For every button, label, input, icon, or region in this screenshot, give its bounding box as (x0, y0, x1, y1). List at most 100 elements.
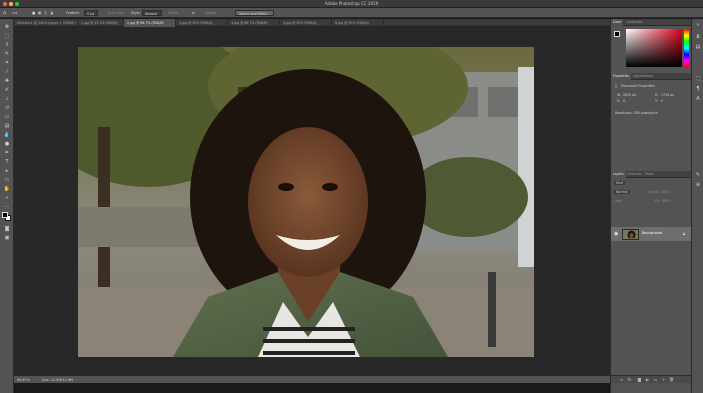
layers-panel-footer: ∞ fx ◙ ◐ ▭ ＋ 🗑︎ (611, 375, 703, 383)
tab-1-jpg[interactable]: 1.jpg @ 33.3% (RGB/8) (78, 19, 124, 27)
style-select[interactable]: Normal (142, 10, 162, 16)
paragraph-panel-icon[interactable]: ¶ (694, 85, 702, 93)
style-label: Style: (131, 11, 141, 15)
fill-field[interactable]: Fill: 100% (655, 199, 670, 203)
portrait-image (78, 47, 534, 357)
tab-paths[interactable]: Paths (643, 171, 656, 178)
swap-icon[interactable]: ⇄ (192, 10, 195, 16)
new-group-icon[interactable]: ▭ (653, 377, 658, 382)
tab-2-jpg[interactable]: 2.jpg @ 66.7% (RGB/8) (124, 19, 176, 27)
type-tool-icon[interactable]: T (3, 158, 11, 166)
link-layers-icon[interactable]: ∞ (619, 377, 624, 382)
layer-style-icon[interactable]: fx (627, 377, 632, 382)
clone-source-icon[interactable]: ⊕ (694, 181, 702, 189)
character-panel-icon[interactable]: A (694, 95, 702, 103)
layer-row-background[interactable]: ◉ Background 🔒︎ (611, 227, 692, 241)
layer-thumbnail (622, 229, 639, 240)
document-canvas[interactable] (14, 27, 610, 375)
adjustment-layer-icon[interactable]: ◐ (645, 377, 650, 382)
add-selection-icon[interactable]: ▣ (38, 10, 41, 16)
intersect-selection-icon[interactable]: ◪ (50, 10, 53, 16)
libraries-panel-icon[interactable]: ▤ (694, 43, 702, 51)
tab-6-jpg[interactable]: 6.jpg @ 50% (RGB/8) (332, 19, 384, 27)
marquee-options-icon[interactable]: ▭▾ (12, 10, 17, 16)
home-icon[interactable]: ⌂ (3, 10, 6, 16)
zoom-level[interactable]: 66.67% (17, 378, 30, 382)
marquee-tool-icon[interactable]: ⬚ (3, 32, 11, 40)
tab-adjustments[interactable]: Adjustments (631, 73, 655, 80)
new-layer-icon[interactable]: ＋ (661, 377, 666, 382)
tools-panel: ✥ ⬚ ℓ ✎ ⌗ ⁄ ✚ ✐ ⊥ ↺ ▭ ▤ 💧 ● ✒ T ▸ ▭ ✋ ⌕ … (0, 19, 14, 393)
blur-tool-icon[interactable]: 💧 (3, 131, 11, 139)
width-value[interactable]: 2810 px (623, 93, 636, 97)
eyedropper-tool-icon[interactable]: ⁄ (3, 68, 11, 76)
width-label: W: (617, 93, 622, 97)
tab-5-jpg[interactable]: 5.jpg @ 50% (RGB/8) (280, 19, 332, 27)
gradient-tool-icon[interactable]: ▤ (3, 122, 11, 130)
portrait-photo[interactable] (78, 47, 534, 357)
options-bar: ⌂ ▭▾ ■ ▣ ◫ ◪ Feather: 0 px Anti-alias St… (0, 8, 703, 18)
foreground-color-swatch[interactable] (2, 212, 8, 218)
subtract-selection-icon[interactable]: ◫ (44, 10, 47, 16)
delete-layer-icon[interactable]: 🗑︎ (669, 377, 674, 382)
path-select-tool-icon[interactable]: ▸ (3, 167, 11, 175)
tab-3-jpg[interactable]: 3.jpg @ 50% (RGB/8) (176, 19, 228, 27)
lock-label: Lock: (614, 199, 623, 203)
new-selection-icon[interactable]: ■ (32, 10, 35, 16)
healing-tool-icon[interactable]: ✚ (3, 77, 11, 85)
zoom-tool-icon[interactable]: ⌕ (3, 194, 11, 202)
more-tools-icon[interactable]: ⋯ (3, 203, 11, 211)
color-fg-swatch[interactable] (614, 31, 620, 37)
properties-panel-tabs: Properties Adjustments (611, 73, 703, 80)
move-tool-icon[interactable]: ✥ (3, 23, 11, 31)
layers-panel-tabs: Layers Channels Paths (611, 171, 703, 178)
rectangle-tool-icon[interactable]: ▭ (3, 176, 11, 184)
tab-channels[interactable]: Channels (625, 171, 644, 178)
layer-name[interactable]: Background (642, 231, 662, 235)
blend-mode-select[interactable]: Normal (614, 190, 630, 194)
color-panel-tabs: Color Swatches (611, 19, 703, 26)
anti-alias-checkbox[interactable]: Anti-alias (108, 10, 124, 16)
visibility-eye-icon[interactable]: ◉ (614, 231, 618, 237)
x-value[interactable]: 0 (623, 99, 625, 103)
eraser-tool-icon[interactable]: ▭ (3, 113, 11, 121)
height-label: H: (655, 93, 659, 97)
add-mask-icon[interactable]: ◙ (637, 377, 642, 382)
stamp-tool-icon[interactable]: ⊥ (3, 95, 11, 103)
navigator-panel-icon[interactable]: ⛶ (694, 75, 702, 83)
status-bar: 66.67% Doc: 12.9M/12.9M (14, 375, 610, 383)
quick-mask-icon[interactable]: ◙ (3, 225, 11, 233)
opacity-field[interactable]: Opacity: 100% (647, 190, 670, 194)
crop-tool-icon[interactable]: ⌗ (3, 59, 11, 67)
tab-4-jpg[interactable]: 4.jpg @ 66.7% (RGB/8) (228, 19, 280, 27)
layer-thumbnail-image (623, 230, 638, 239)
feather-input[interactable]: 0 px (84, 10, 98, 16)
y-value[interactable]: 0 (661, 99, 663, 103)
resolution-text: Resolution: 300 pixels/inch (615, 111, 658, 115)
hand-tool-icon[interactable]: ✋ (3, 185, 11, 193)
select-and-mask-button[interactable]: Select and Mask... (235, 10, 274, 16)
document-icon: ▯ (615, 83, 618, 88)
doc-size[interactable]: Doc: 12.9M/12.9M (42, 378, 73, 382)
history-panel-icon[interactable]: ⧗ (694, 33, 702, 41)
height-label: Height: (205, 11, 218, 15)
quick-select-tool-icon[interactable]: ✎ (3, 50, 11, 58)
width-label: Width: (168, 11, 179, 15)
collapse-panels-icon[interactable]: » (694, 21, 702, 29)
color-picker-field[interactable] (626, 29, 682, 67)
tab-color[interactable]: Color (611, 19, 624, 26)
tab-layers[interactable]: Layers (611, 171, 626, 178)
tab-swatches[interactable]: Swatches (625, 19, 644, 26)
brush-settings-icon[interactable]: ✎ (694, 171, 702, 179)
screen-mode-icon[interactable]: ▣ (3, 234, 11, 242)
history-brush-tool-icon[interactable]: ↺ (3, 104, 11, 112)
brush-tool-icon[interactable]: ✐ (3, 86, 11, 94)
lasso-tool-icon[interactable]: ℓ (3, 41, 11, 49)
layer-filter-kind[interactable]: Kind (614, 181, 626, 185)
height-value[interactable]: 1724 px (661, 93, 674, 97)
dodge-tool-icon[interactable]: ● (3, 140, 11, 148)
tab-untitled-1[interactable]: Untitled-1 @ 100% (Layer 1, RGB/8) * (14, 19, 78, 27)
hue-slider[interactable] (684, 29, 689, 67)
pen-tool-icon[interactable]: ✒ (3, 149, 11, 157)
tab-properties[interactable]: Properties (611, 73, 632, 80)
